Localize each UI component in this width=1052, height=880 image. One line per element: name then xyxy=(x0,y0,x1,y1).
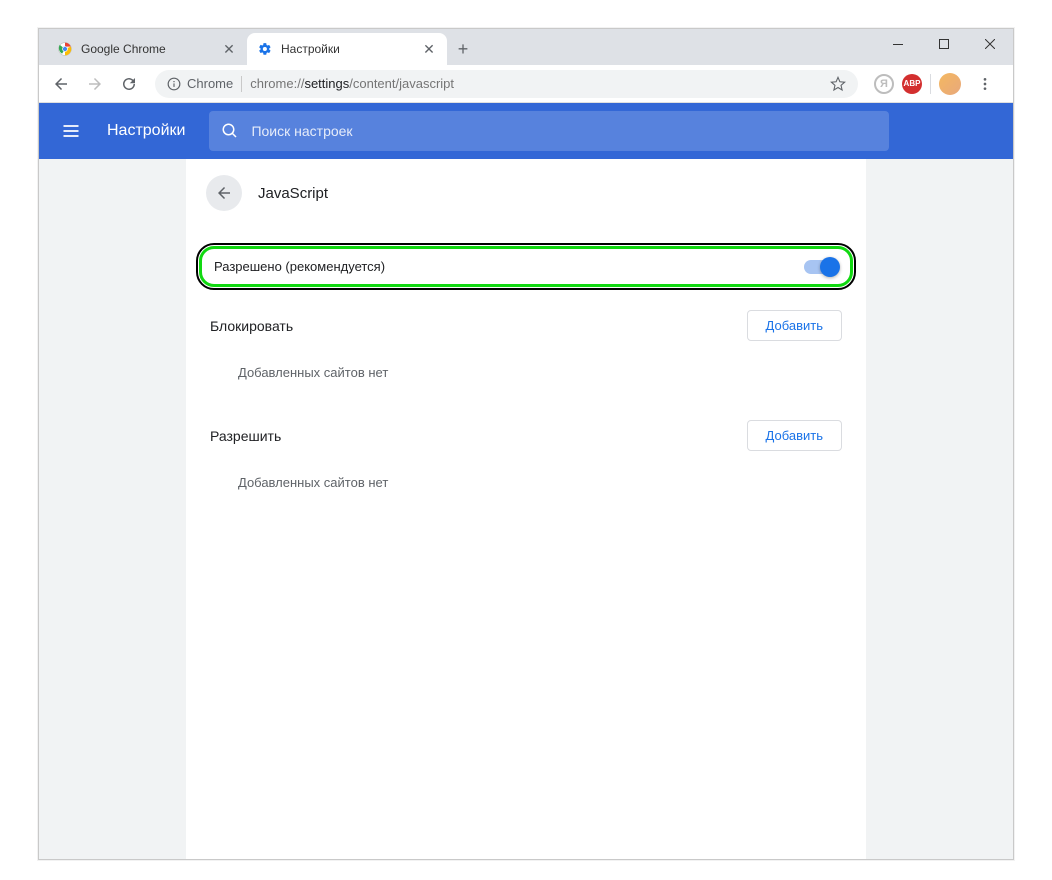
profile-avatar[interactable] xyxy=(939,73,961,95)
allow-section: Разрешить Добавить Добавленных сайтов не… xyxy=(186,404,866,514)
back-button[interactable] xyxy=(45,68,77,100)
browser-window: Google Chrome ✕ Настройки ✕ + Chrome xyxy=(38,28,1014,860)
extensions-area: Я ABP xyxy=(868,68,1007,100)
settings-search[interactable] xyxy=(209,111,889,151)
search-icon xyxy=(221,122,239,140)
javascript-toggle[interactable] xyxy=(804,260,838,274)
chrome-icon xyxy=(57,41,73,57)
tab-settings[interactable]: Настройки ✕ xyxy=(247,33,447,65)
maximize-button[interactable] xyxy=(921,29,967,59)
javascript-allowed-row[interactable]: Разрешено (рекомендуется) xyxy=(200,247,852,286)
settings-header: Настройки xyxy=(39,103,1013,159)
close-tab-icon[interactable]: ✕ xyxy=(221,41,237,57)
add-allow-button[interactable]: Добавить xyxy=(747,420,842,451)
url-text: chrome://settings/content/javascript xyxy=(250,76,454,91)
settings-body: JavaScript Разрешено (рекомендуется) Бло… xyxy=(39,159,1013,859)
allowed-label: Разрешено (рекомендуется) xyxy=(214,259,385,274)
allow-section-title: Разрешить xyxy=(210,428,281,444)
bookmark-star-icon[interactable] xyxy=(830,76,846,92)
reload-button[interactable] xyxy=(113,68,145,100)
panel-header: JavaScript xyxy=(186,159,866,227)
content-area: Настройки JavaScript Разрешено ( xyxy=(39,103,1013,859)
toolbar: Chrome chrome://settings/content/javascr… xyxy=(39,65,1013,103)
tab-strip: Google Chrome ✕ Настройки ✕ + xyxy=(39,29,1013,65)
tab-title: Google Chrome xyxy=(81,42,213,56)
minimize-button[interactable] xyxy=(875,29,921,59)
back-arrow-button[interactable] xyxy=(206,175,242,211)
settings-title: Настройки xyxy=(107,122,185,140)
block-empty-text: Добавленных сайтов нет xyxy=(210,341,842,396)
chrome-menu-button[interactable] xyxy=(969,68,1001,100)
address-bar[interactable]: Chrome chrome://settings/content/javascr… xyxy=(155,70,858,98)
gear-icon xyxy=(257,41,273,57)
tab-title: Настройки xyxy=(281,42,413,56)
close-window-button[interactable] xyxy=(967,29,1013,59)
secure-label: Chrome xyxy=(187,76,233,91)
toggle-knob xyxy=(820,257,840,277)
add-block-button[interactable]: Добавить xyxy=(747,310,842,341)
tab-google-chrome[interactable]: Google Chrome ✕ xyxy=(47,33,247,65)
menu-hamburger-icon[interactable] xyxy=(51,111,91,151)
block-section-title: Блокировать xyxy=(210,318,293,334)
divider xyxy=(930,74,931,94)
page-title: JavaScript xyxy=(258,185,328,202)
close-tab-icon[interactable]: ✕ xyxy=(421,41,437,57)
site-info-icon[interactable]: Chrome xyxy=(167,76,233,91)
search-input[interactable] xyxy=(251,123,877,139)
extension-yandex-icon[interactable]: Я xyxy=(874,74,894,94)
new-tab-button[interactable]: + xyxy=(449,35,477,63)
allow-empty-text: Добавленных сайтов нет xyxy=(210,451,842,506)
extension-abp-icon[interactable]: ABP xyxy=(902,74,922,94)
settings-panel: JavaScript Разрешено (рекомендуется) Бло… xyxy=(186,159,866,859)
block-section: Блокировать Добавить Добавленных сайтов … xyxy=(186,294,866,404)
window-controls xyxy=(875,29,1013,59)
forward-button[interactable] xyxy=(79,68,111,100)
divider xyxy=(241,76,242,92)
highlighted-setting: Разрешено (рекомендуется) xyxy=(200,247,852,286)
